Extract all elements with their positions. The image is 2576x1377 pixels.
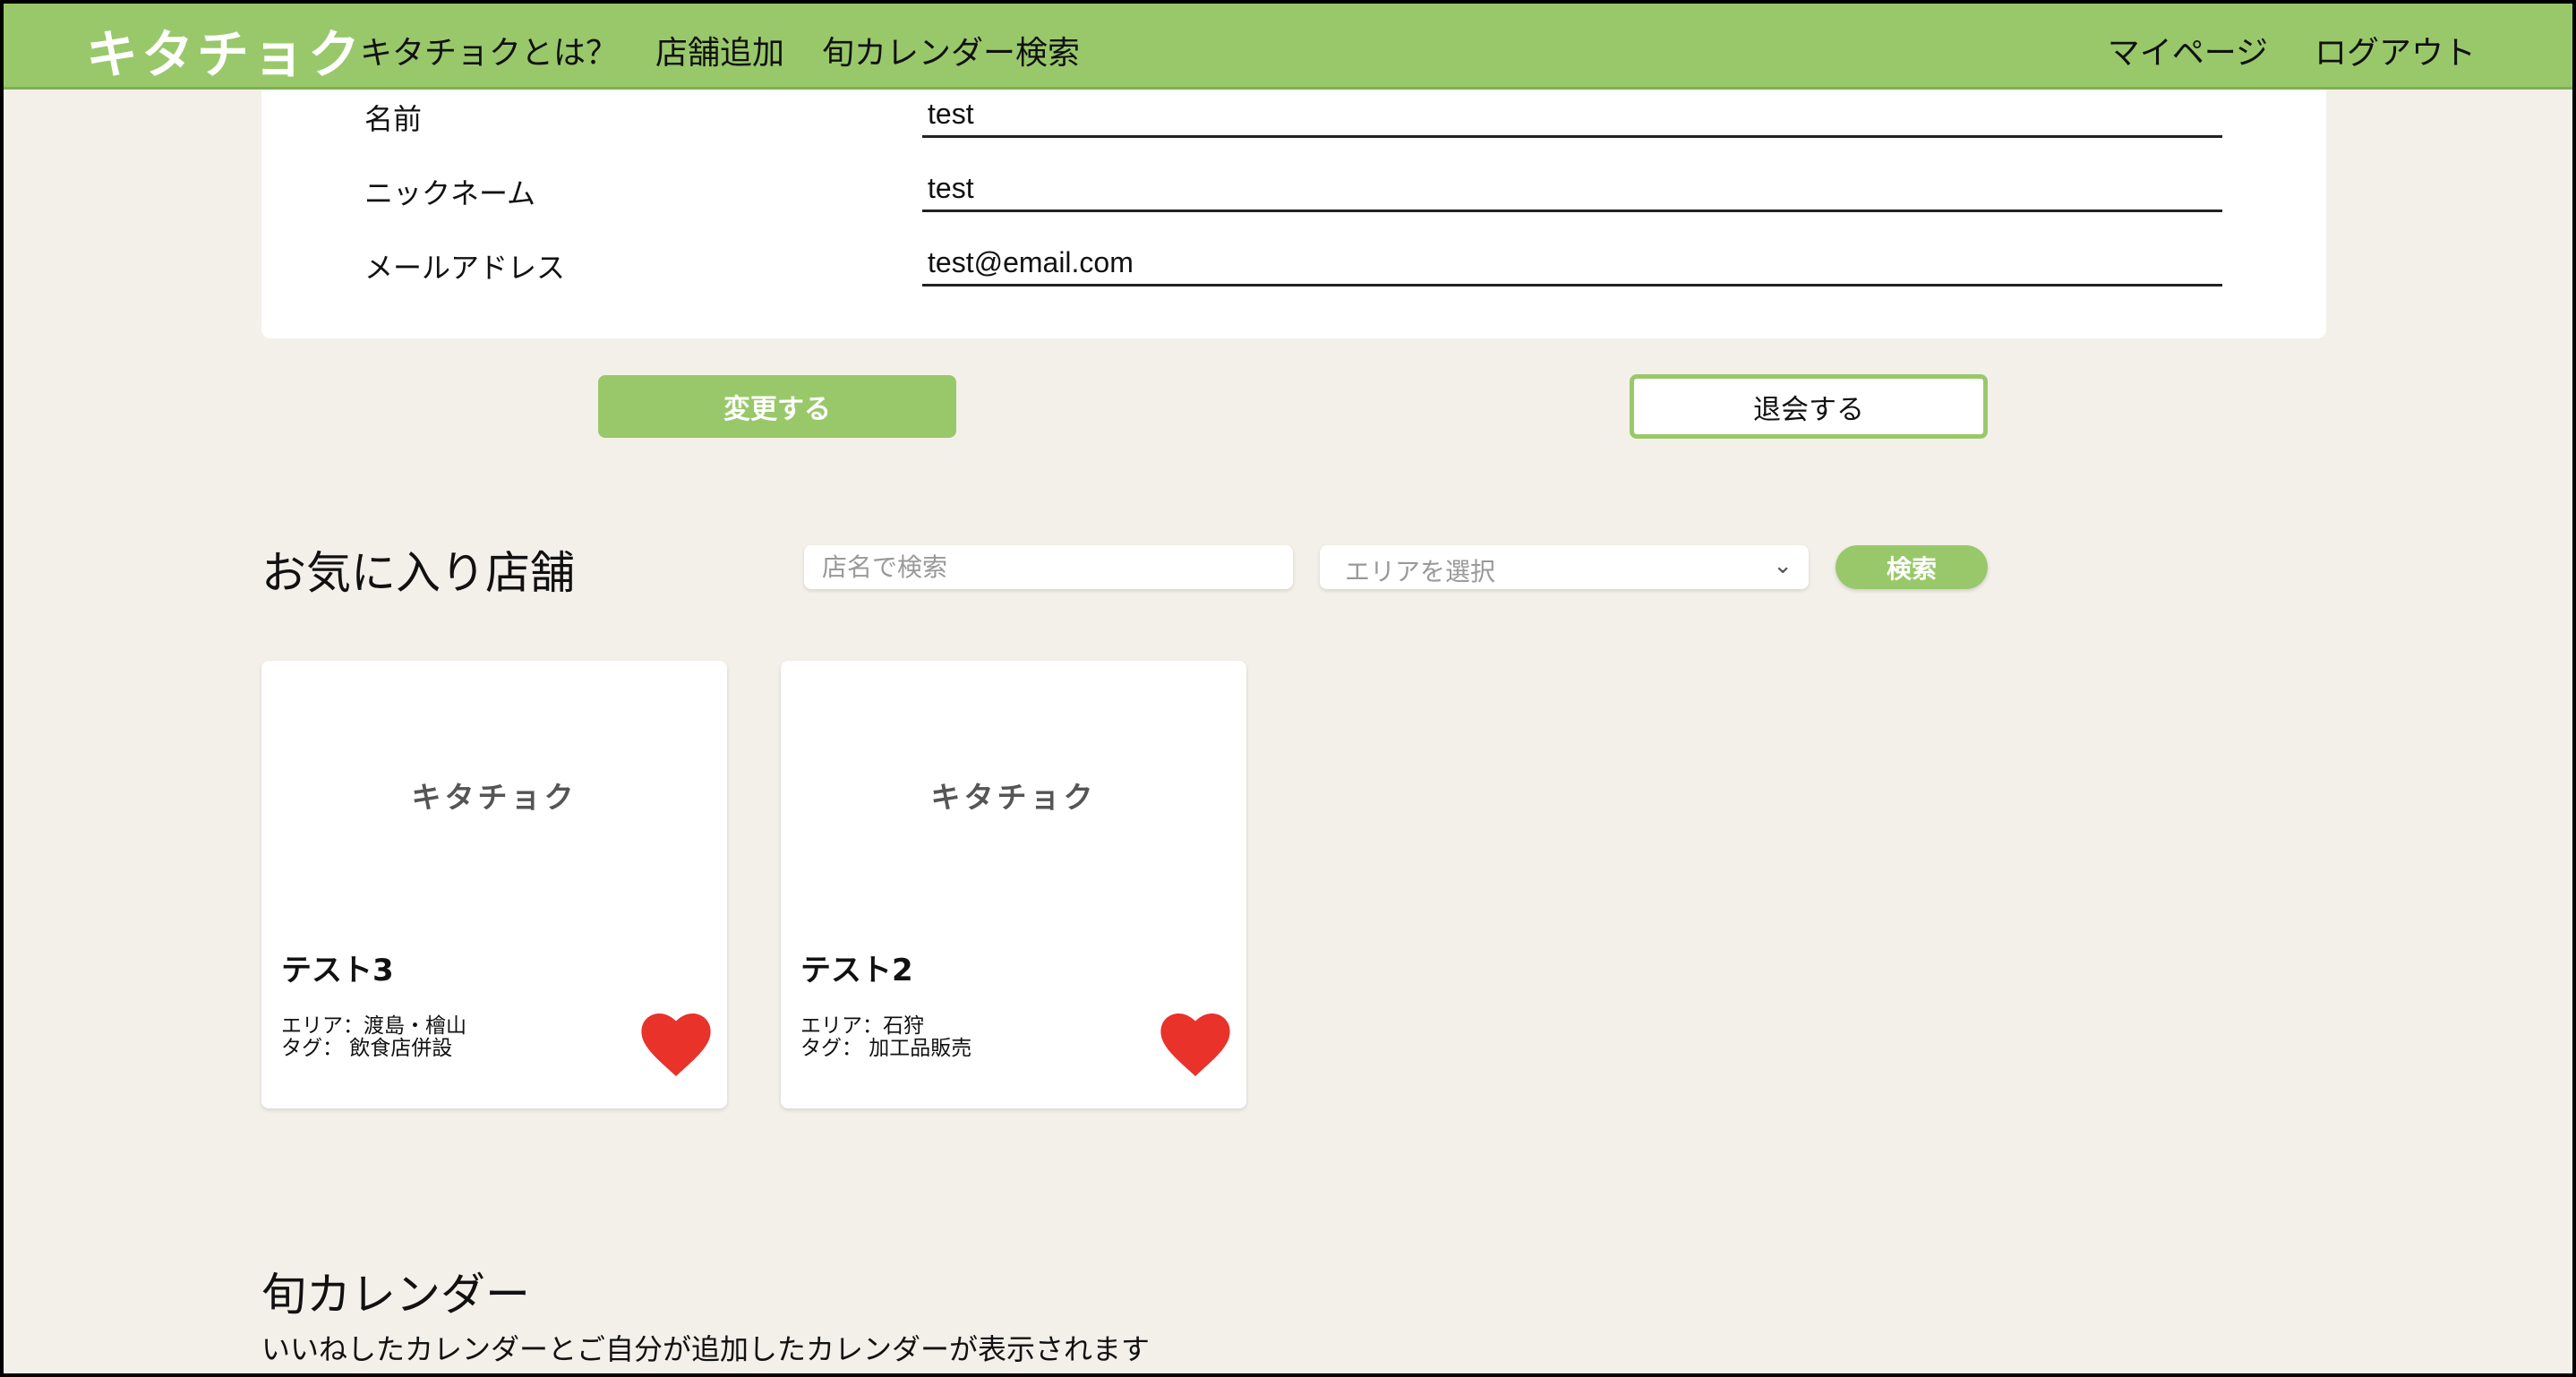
area-select[interactable]: エリアを選択 ⌄ bbox=[1320, 545, 1809, 589]
favorites-title: お気に入り店舗 bbox=[261, 547, 575, 599]
heart-icon[interactable] bbox=[641, 1014, 711, 1076]
calendar-description: いいねしたカレンダーとご自分が追加したカレンダーが表示されます bbox=[261, 1332, 1151, 1366]
area-select-value: エリアを選択 bbox=[1345, 557, 1496, 586]
heart-icon[interactable] bbox=[1160, 1014, 1230, 1076]
site-logo[interactable]: キタチョク bbox=[86, 13, 364, 88]
name-input[interactable] bbox=[922, 93, 2222, 138]
nickname-field-row: ニックネーム bbox=[261, 167, 2326, 221]
top-navigation-bar: キタチョク キタチョクとは？ 店舗追加 旬カレンダー検索 マイページ ログアウト bbox=[4, 4, 2572, 90]
store-name: テスト2 bbox=[800, 953, 913, 988]
nav-link-calendar-search[interactable]: 旬カレンダー検索 bbox=[822, 27, 1080, 73]
nav-link-add-store[interactable]: 店舗追加 bbox=[655, 27, 784, 73]
store-meta: エリア：渡島・檜山 タグ： 飲食店併設 bbox=[281, 1015, 466, 1060]
withdraw-button[interactable]: 退会する bbox=[1630, 374, 1988, 439]
app-frame: キタチョク キタチョクとは？ 店舗追加 旬カレンダー検索 マイページ ログアウト… bbox=[0, 0, 2576, 1377]
store-image-placeholder: キタチョク bbox=[930, 780, 1097, 815]
nickname-input[interactable] bbox=[922, 167, 2222, 212]
store-area: エリア：渡島・檜山 bbox=[281, 1014, 466, 1038]
nav-left-group: キタチョクとは？ 店舗追加 旬カレンダー検索 bbox=[360, 27, 1080, 73]
store-tag: タグ： 飲食店併設 bbox=[281, 1037, 453, 1060]
profile-form-card: 名前 ニックネーム メールアドレス bbox=[261, 90, 2326, 338]
name-field-row: 名前 bbox=[261, 93, 2326, 147]
store-name: テスト3 bbox=[281, 953, 394, 988]
search-button[interactable]: 検索 bbox=[1836, 545, 1988, 589]
store-card[interactable]: キタチョク テスト2 エリア：石狩 タグ： 加工品販売 bbox=[781, 661, 1246, 1108]
name-label: 名前 bbox=[364, 102, 423, 136]
chevron-down-icon: ⌄ bbox=[1773, 552, 1793, 579]
nav-link-about[interactable]: キタチョクとは？ bbox=[360, 27, 618, 73]
calendar-title: 旬カレンダー bbox=[261, 1269, 530, 1321]
nav-link-logout[interactable]: ログアウト bbox=[2315, 27, 2476, 73]
nav-right-group: マイページ ログアウト bbox=[2108, 27, 2476, 73]
change-button[interactable]: 変更する bbox=[598, 375, 956, 438]
nav-link-mypage[interactable]: マイページ bbox=[2108, 27, 2268, 73]
email-label: メールアドレス bbox=[364, 251, 566, 285]
nickname-label: ニックネーム bbox=[364, 176, 536, 210]
store-card[interactable]: キタチョク テスト3 エリア：渡島・檜山 タグ： 飲食店併設 bbox=[261, 661, 727, 1108]
store-tag: タグ： 加工品販売 bbox=[800, 1037, 972, 1060]
store-meta: エリア：石狩 タグ： 加工品販売 bbox=[800, 1015, 971, 1060]
store-search-input[interactable] bbox=[804, 545, 1293, 589]
store-image-placeholder: キタチョク bbox=[411, 780, 578, 815]
email-input[interactable] bbox=[922, 242, 2222, 287]
email-field-row: メールアドレス bbox=[261, 242, 2326, 295]
store-area: エリア：石狩 bbox=[800, 1014, 924, 1038]
